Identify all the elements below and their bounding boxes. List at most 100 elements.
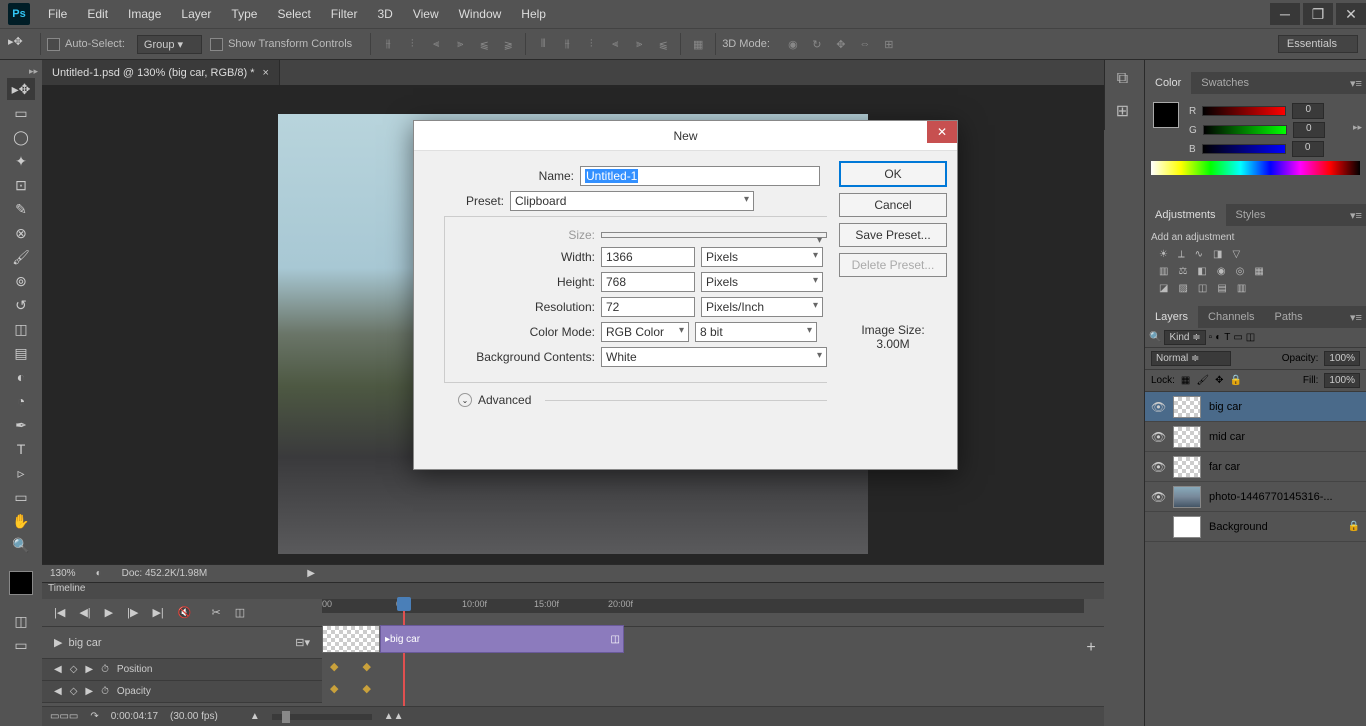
- brightness-icon[interactable]: ☀: [1159, 249, 1168, 260]
- properties-panel-icon[interactable]: ⊞: [1109, 98, 1137, 124]
- invert-icon[interactable]: ◪: [1159, 283, 1168, 294]
- foreground-color-swatch[interactable]: [9, 571, 33, 595]
- split-icon[interactable]: ✂: [211, 606, 220, 619]
- filter-smart-icon[interactable]: ◫: [1246, 332, 1255, 343]
- keyframe-icon[interactable]: ◆: [362, 682, 370, 695]
- hue-icon[interactable]: ▥: [1159, 266, 1168, 277]
- lock-paint-icon[interactable]: 🖌: [1196, 375, 1209, 386]
- poster-icon[interactable]: ▨: [1178, 283, 1187, 294]
- distribute-icon[interactable]: ⫵: [556, 33, 578, 55]
- menu-layer[interactable]: Layer: [171, 0, 221, 28]
- shape-tool[interactable]: ▭: [7, 486, 35, 508]
- timeline-tab[interactable]: Timeline: [42, 583, 1104, 599]
- visibility-toggle-icon[interactable]: 👁: [1151, 460, 1165, 474]
- opacity-field[interactable]: 100%: [1324, 351, 1360, 366]
- frame-mode-icon[interactable]: ▭▭▭: [50, 711, 78, 722]
- bal-icon[interactable]: ⚖: [1178, 266, 1187, 277]
- timeline-ruler[interactable]: 00 00f 10:00f 15:00f 20:00f: [322, 599, 1084, 613]
- goto-last-icon[interactable]: ▶|: [152, 606, 163, 619]
- name-input[interactable]: Untitled-1: [580, 166, 820, 186]
- key-add-icon[interactable]: ◇: [70, 686, 78, 697]
- filter-adjust-icon[interactable]: ◐: [1215, 332, 1221, 343]
- close-tab-icon[interactable]: ×: [263, 67, 269, 79]
- minimize-button[interactable]: ─: [1270, 3, 1300, 25]
- filter-shape-icon[interactable]: ▭: [1233, 332, 1242, 343]
- stopwatch-icon[interactable]: ⏱: [101, 664, 109, 675]
- bw-icon[interactable]: ◧: [1197, 266, 1206, 277]
- sel-color-icon[interactable]: ▥: [1237, 283, 1246, 294]
- menu-type[interactable]: Type: [221, 0, 267, 28]
- type-tool[interactable]: T: [7, 438, 35, 460]
- tab-paths[interactable]: Paths: [1265, 306, 1313, 328]
- keyframe-icon[interactable]: ◆: [362, 660, 370, 673]
- auto-select-type-dropdown[interactable]: Group ▾: [137, 35, 202, 54]
- ok-button[interactable]: OK: [839, 161, 947, 187]
- preset-dropdown[interactable]: Clipboard: [510, 191, 754, 211]
- menu-file[interactable]: File: [38, 0, 77, 28]
- tab-styles[interactable]: Styles: [1226, 204, 1276, 226]
- layer-item[interactable]: 👁mid car: [1145, 422, 1366, 452]
- b-slider[interactable]: [1202, 144, 1286, 154]
- 3d-slide-icon[interactable]: ⇔: [854, 33, 876, 55]
- visibility-toggle-icon[interactable]: 👁: [1151, 430, 1165, 444]
- key-next-icon[interactable]: ▶: [85, 686, 93, 697]
- brush-tool[interactable]: 🖌: [7, 246, 35, 268]
- menu-image[interactable]: Image: [118, 0, 171, 28]
- visibility-toggle-icon[interactable]: 👁: [1151, 400, 1165, 414]
- hand-tool[interactable]: ✋: [7, 510, 35, 532]
- menu-view[interactable]: View: [403, 0, 449, 28]
- render-icon[interactable]: ↷: [90, 711, 98, 722]
- color-swatch-fg[interactable]: [1153, 102, 1179, 128]
- resolution-input[interactable]: 72: [601, 297, 695, 317]
- document-tab[interactable]: Untitled-1.psd @ 130% (big car, RGB/8) *…: [42, 60, 280, 86]
- prev-frame-icon[interactable]: ◀|: [79, 606, 90, 619]
- clone-stamp-tool[interactable]: ⊚: [7, 270, 35, 292]
- key-next-icon[interactable]: ▶: [85, 664, 93, 675]
- status-play-icon[interactable]: ▶: [307, 568, 315, 579]
- menu-select[interactable]: Select: [267, 0, 320, 28]
- dialog-titlebar[interactable]: New ✕: [414, 121, 957, 151]
- key-add-icon[interactable]: ◇: [70, 664, 78, 675]
- layer-item[interactable]: 👁big car: [1145, 392, 1366, 422]
- distribute-icon[interactable]: ⫴: [532, 33, 554, 55]
- vibrance-icon[interactable]: ▽: [1232, 249, 1240, 260]
- dodge-tool[interactable]: ◔: [7, 390, 35, 412]
- menu-help[interactable]: Help: [511, 0, 556, 28]
- status-popup-icon[interactable]: ◐: [96, 568, 102, 579]
- color-spectrum[interactable]: [1151, 161, 1360, 175]
- show-transform-checkbox[interactable]: [210, 38, 223, 51]
- menu-edit[interactable]: Edit: [77, 0, 118, 28]
- eraser-tool[interactable]: ◫: [7, 318, 35, 340]
- 3d-move-icon[interactable]: ✥: [830, 33, 852, 55]
- align-icon[interactable]: ⫸: [449, 33, 471, 55]
- collapse-track-icon[interactable]: ▶: [54, 636, 62, 649]
- exposure-icon[interactable]: ◨: [1213, 249, 1222, 260]
- width-input[interactable]: 1366: [601, 247, 695, 267]
- photo-filter-icon[interactable]: ◉: [1217, 266, 1226, 277]
- filter-image-icon[interactable]: ▫: [1209, 332, 1213, 343]
- auto-align-icon[interactable]: ▦: [687, 33, 709, 55]
- gradient-tool[interactable]: ▤: [7, 342, 35, 364]
- lock-pos-icon[interactable]: ✥: [1215, 375, 1223, 386]
- lock-all-icon[interactable]: 🔒: [1229, 375, 1241, 386]
- key-prev-icon[interactable]: ◀: [54, 686, 62, 697]
- keyframe-icon[interactable]: ◆: [330, 660, 338, 673]
- playhead[interactable]: [397, 597, 411, 611]
- align-icon[interactable]: ⫹: [473, 33, 495, 55]
- 3d-orbit-icon[interactable]: ◉: [782, 33, 804, 55]
- grad-map-icon[interactable]: ▤: [1217, 283, 1226, 294]
- layer-item[interactable]: Background🔒: [1145, 512, 1366, 542]
- color-bits-dropdown[interactable]: 8 bit: [695, 322, 817, 342]
- align-icon[interactable]: ⫺: [497, 33, 519, 55]
- distribute-icon[interactable]: ⫷: [604, 33, 626, 55]
- zoom-in-icon[interactable]: ▲▲: [384, 711, 404, 722]
- track-options-icon[interactable]: ⊟▾: [295, 636, 310, 649]
- screen-mode-icon[interactable]: ▭: [7, 634, 35, 656]
- transition-icon[interactable]: ◫: [235, 606, 245, 619]
- resolution-unit-dropdown[interactable]: Pixels/Inch: [701, 297, 823, 317]
- crop-tool[interactable]: ⊡: [7, 174, 35, 196]
- distribute-icon[interactable]: ⫹: [652, 33, 674, 55]
- play-icon[interactable]: ▶: [105, 606, 113, 619]
- tab-swatches[interactable]: Swatches: [1191, 72, 1259, 94]
- b-value[interactable]: 0: [1292, 141, 1324, 157]
